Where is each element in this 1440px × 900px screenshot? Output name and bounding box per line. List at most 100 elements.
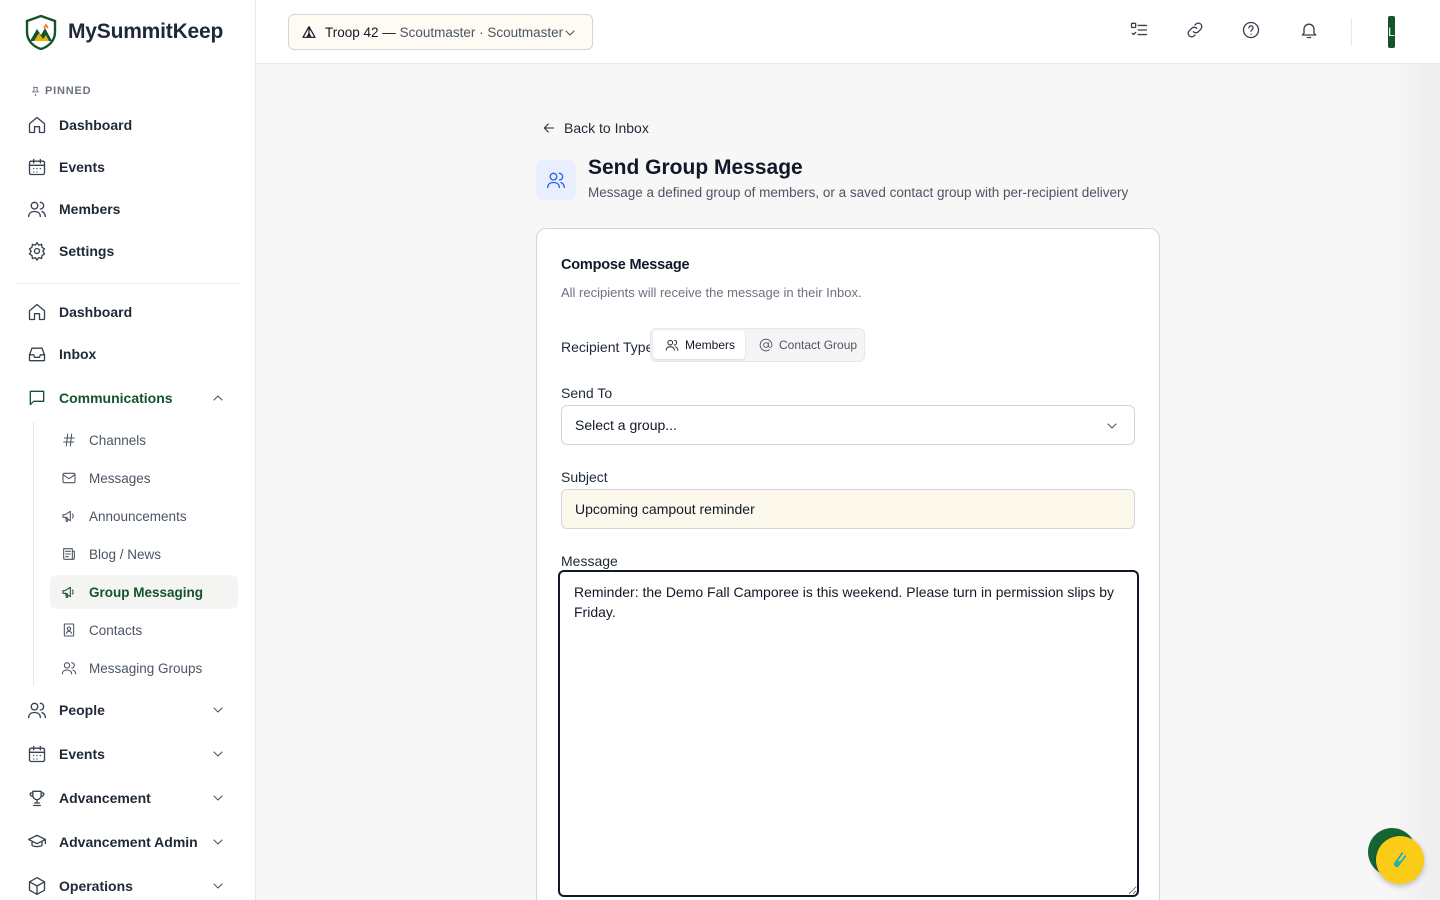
card-title: Compose Message bbox=[561, 257, 690, 273]
sidebar-item-advancement[interactable]: Advancement bbox=[16, 779, 240, 817]
nav-label: Events bbox=[59, 746, 105, 762]
chevron-down-icon bbox=[1107, 423, 1117, 429]
nav-label: Inbox bbox=[59, 346, 97, 362]
back-to-inbox-link[interactable]: Back to Inbox bbox=[541, 120, 649, 136]
megaphone-icon bbox=[62, 510, 74, 522]
hash-icon bbox=[63, 433, 75, 447]
topbar-separator bbox=[1351, 18, 1352, 46]
arrow-left-icon bbox=[543, 123, 555, 133]
nav-label: Announcements bbox=[89, 508, 187, 524]
help-button[interactable] bbox=[1241, 20, 1261, 40]
chevron-down-icon[interactable] bbox=[210, 702, 226, 718]
checklist-icon bbox=[1130, 22, 1148, 36]
links-button[interactable] bbox=[1185, 20, 1205, 40]
sidebar-subitem-messages[interactable]: Messages bbox=[50, 461, 238, 495]
nav-label: Members bbox=[59, 201, 121, 217]
chevron-down-icon[interactable] bbox=[210, 834, 226, 850]
users-icon bbox=[547, 172, 565, 189]
nav-label: Group Messaging bbox=[89, 584, 204, 600]
bell-icon bbox=[1301, 23, 1317, 39]
chevron-down-icon[interactable] bbox=[210, 746, 226, 762]
nav-label: Advancement Admin bbox=[59, 834, 198, 850]
send-to-label: Send To bbox=[561, 385, 613, 401]
sidebar-item-advancement-admin[interactable]: Advancement Admin bbox=[16, 823, 240, 861]
send-to-select[interactable]: Select a group... bbox=[561, 405, 1135, 445]
app-name: MySummitKeep bbox=[68, 20, 224, 43]
pinned-item-events[interactable]: Events bbox=[16, 148, 240, 186]
sidebar-divider bbox=[16, 283, 240, 284]
nav-label: Communications bbox=[59, 390, 173, 406]
card-description: All recipients will receive the message … bbox=[561, 285, 862, 300]
segment-label: Contact Group bbox=[779, 338, 858, 352]
sidebar-subitem-announcements[interactable]: Announcements bbox=[50, 499, 238, 533]
recipient-type-toggle: Members Contact Group bbox=[650, 328, 865, 362]
help-icon bbox=[1242, 21, 1260, 39]
sidebar-item-inbox[interactable]: Inbox bbox=[16, 335, 240, 373]
compose-message-card: Compose Message All recipients will rece… bbox=[536, 228, 1160, 900]
calendar-icon bbox=[28, 158, 46, 176]
nav-label: Channels bbox=[89, 432, 147, 448]
users-icon bbox=[28, 702, 46, 719]
app-logo[interactable]: MySummitKeep bbox=[24, 14, 223, 50]
sidebar-subitem-contacts[interactable]: Contacts bbox=[50, 613, 238, 647]
mountain-shield-logo-icon bbox=[25, 14, 57, 50]
nav-label: Dashboard bbox=[59, 304, 133, 320]
sidebar-item-operations[interactable]: Operations bbox=[16, 867, 240, 900]
subject-input[interactable] bbox=[561, 489, 1135, 529]
page-edge-shade bbox=[1388, 64, 1440, 900]
unit-name: Troop 42 — Scoutmaster · Scoutmaster bbox=[325, 24, 564, 40]
link-icon bbox=[1187, 22, 1203, 38]
recipient-type-contact-group-button[interactable]: Contact Group bbox=[747, 331, 863, 359]
message-textarea[interactable]: Reminder: the Demo Fall Camporee is this… bbox=[558, 570, 1139, 897]
inbox-icon bbox=[28, 347, 46, 362]
pinned-item-settings[interactable]: Settings bbox=[16, 232, 240, 270]
nav-label: Advancement bbox=[59, 790, 151, 806]
sidebar-item-people[interactable]: People bbox=[16, 691, 240, 729]
nav-label: Events bbox=[59, 159, 105, 175]
notifications-button[interactable] bbox=[1299, 20, 1319, 40]
tent-icon bbox=[302, 26, 316, 38]
recipient-type-label: Recipient Type bbox=[561, 339, 654, 355]
trophy-icon bbox=[29, 790, 45, 807]
sidebar-subitem-group-messaging[interactable]: Group Messaging bbox=[50, 575, 238, 609]
test-tube-icon bbox=[1393, 852, 1407, 867]
sidebar-item-dashboard[interactable]: Dashboard bbox=[16, 293, 240, 331]
sidebar-subitem-channels[interactable]: Channels bbox=[50, 423, 238, 457]
recipient-type-members-button[interactable]: Members bbox=[653, 331, 745, 359]
nav-label: Dashboard bbox=[59, 117, 133, 133]
sidebar-subitem-messaging-groups[interactable]: Messaging Groups bbox=[50, 651, 238, 685]
calendar-icon bbox=[28, 745, 46, 763]
sidebar: MySummitKeep PINNED Dashboard Events Mem… bbox=[0, 0, 256, 900]
home-icon bbox=[28, 303, 46, 321]
chevron-down-icon[interactable] bbox=[210, 790, 226, 806]
chevron-up-icon[interactable] bbox=[210, 390, 226, 406]
at-sign-icon bbox=[759, 338, 773, 352]
sidebar-item-events[interactable]: Events bbox=[16, 735, 240, 773]
sidebar-subitem-blog-news[interactable]: Blog / News bbox=[50, 537, 238, 571]
test-tools-fab[interactable] bbox=[1376, 836, 1424, 884]
page-title-badge bbox=[536, 160, 576, 200]
subject-label: Subject bbox=[561, 469, 608, 485]
sidebar-item-communications[interactable]: Communications bbox=[16, 379, 240, 417]
pin-icon bbox=[31, 86, 40, 96]
nav-label: Blog / News bbox=[89, 546, 162, 562]
users-icon bbox=[665, 339, 679, 351]
page-title: Send Group Message bbox=[588, 156, 803, 179]
users-icon bbox=[61, 662, 77, 675]
submenu-guide-line bbox=[33, 422, 34, 686]
message-square-icon bbox=[29, 390, 45, 406]
chevron-down-icon[interactable] bbox=[210, 878, 226, 894]
chevron-down-icon bbox=[565, 30, 575, 36]
pinned-item-dashboard[interactable]: Dashboard bbox=[16, 106, 240, 144]
send-to-value: Select a group... bbox=[575, 417, 677, 433]
contact-icon bbox=[63, 623, 75, 637]
graduation-cap-icon bbox=[28, 834, 46, 848]
tasks-button[interactable] bbox=[1129, 20, 1149, 40]
nav-label: People bbox=[59, 702, 105, 718]
pinned-item-members[interactable]: Members bbox=[16, 190, 240, 228]
users-icon bbox=[28, 201, 46, 218]
user-avatar[interactable]: L bbox=[1388, 16, 1395, 48]
back-label: Back to Inbox bbox=[564, 120, 649, 136]
unit-role-selector[interactable]: Troop 42 — Scoutmaster · Scoutmaster bbox=[288, 14, 593, 50]
gear-icon bbox=[28, 242, 46, 261]
